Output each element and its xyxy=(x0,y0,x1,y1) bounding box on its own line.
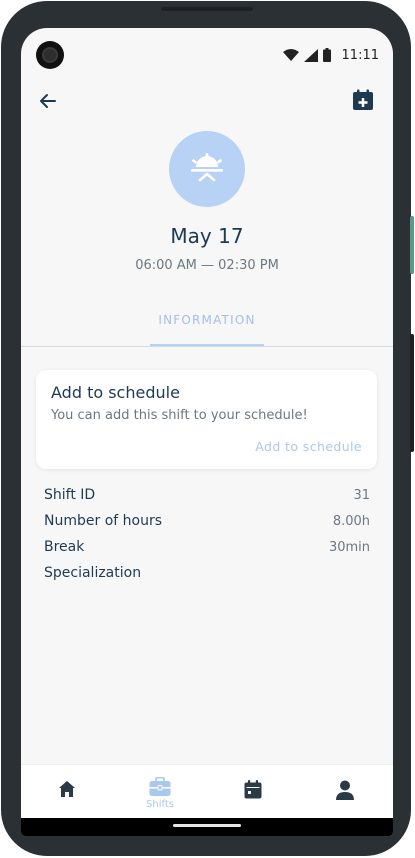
home-indicator[interactable] xyxy=(173,824,241,827)
info-row-hours: Number of hours 8.00h xyxy=(44,511,370,531)
info-label: Number of hours xyxy=(44,513,162,529)
app-screen: 11:11 May 17 06:00 AM — 02:30 PM INFORMA… xyxy=(21,28,393,836)
info-value: 31 xyxy=(353,487,370,503)
info-label: Specialization xyxy=(44,565,142,581)
info-label: Shift ID xyxy=(44,487,96,503)
battery-icon xyxy=(322,48,331,62)
bottom-navigation: Shifts xyxy=(21,764,393,819)
nav-item-home[interactable] xyxy=(37,765,97,819)
card-description: You can add this shift to your schedule! xyxy=(51,408,308,423)
info-value: 8.00h xyxy=(332,513,370,529)
nav-item-profile[interactable] xyxy=(315,765,375,819)
status-time: 11:11 xyxy=(341,47,379,63)
status-bar: 11:11 xyxy=(282,46,379,64)
tab-information[interactable]: INFORMATION xyxy=(150,313,264,327)
speaker-grille xyxy=(161,7,253,11)
arrow-left-icon xyxy=(40,94,56,108)
tab-divider xyxy=(21,346,393,347)
sunrise-icon xyxy=(191,153,223,182)
calendar-plus-icon xyxy=(353,89,373,110)
info-row-shift-id: Shift ID 31 xyxy=(44,485,370,505)
front-camera xyxy=(36,41,64,69)
phone-frame: 11:11 May 17 06:00 AM — 02:30 PM INFORMA… xyxy=(1,1,414,856)
home-icon xyxy=(59,781,75,797)
system-navigation-bar xyxy=(21,818,393,836)
card-title: Add to schedule xyxy=(51,383,180,402)
add-to-schedule-card: Add to schedule You can add this shift t… xyxy=(36,370,377,469)
power-button xyxy=(410,334,414,452)
nav-item-calendar[interactable] xyxy=(223,765,283,819)
profile-icon xyxy=(336,780,354,800)
wifi-icon xyxy=(282,49,299,61)
add-to-schedule-button[interactable]: Add to schedule xyxy=(255,439,362,454)
info-row-break: Break 30min xyxy=(44,537,370,557)
back-button[interactable] xyxy=(37,90,59,112)
shift-date: May 17 xyxy=(170,224,244,248)
cell-signal-icon xyxy=(303,48,318,62)
calendar-icon xyxy=(244,780,262,799)
side-button xyxy=(410,216,414,274)
info-row-specialization: Specialization xyxy=(44,563,370,583)
info-label: Break xyxy=(44,539,85,555)
info-value: 30min xyxy=(328,539,370,555)
shift-avatar xyxy=(169,131,245,207)
shift-time-range: 06:00 AM — 02:30 PM xyxy=(135,258,279,273)
nav-label-shifts: Shifts xyxy=(146,799,174,810)
add-to-calendar-button[interactable] xyxy=(351,88,375,112)
briefcase-icon xyxy=(149,777,171,796)
nav-item-shifts[interactable]: Shifts xyxy=(130,765,190,819)
